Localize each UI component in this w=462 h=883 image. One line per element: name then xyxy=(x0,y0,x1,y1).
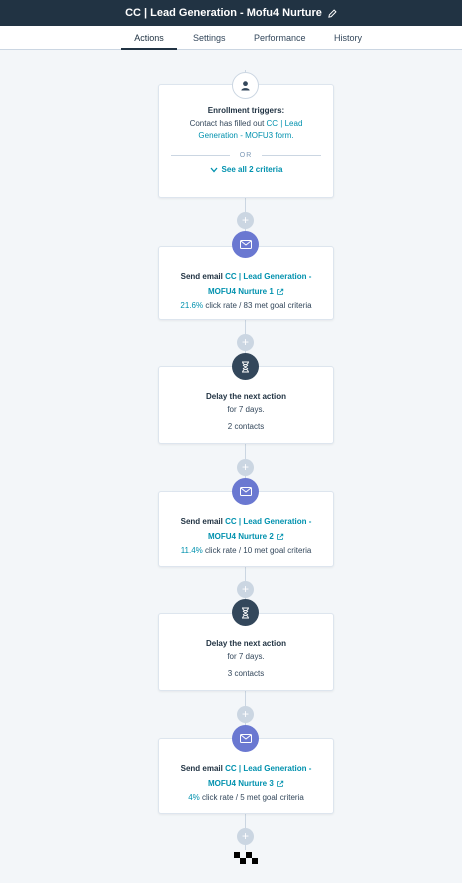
click-rate-value: 11.4% xyxy=(180,546,203,555)
pencil-icon[interactable] xyxy=(328,8,337,18)
send-email-label: Send email xyxy=(180,272,223,281)
email-action-title: Send email CC | Lead Generation - MOFU4 … xyxy=(159,269,333,299)
hourglass-icon xyxy=(232,353,259,380)
enrollment-trigger-card[interactable]: Enrollment triggers: Contact has filled … xyxy=(158,84,334,198)
workflow-header: CC | Lead Generation - Mofu4 Nurture xyxy=(0,0,462,26)
add-action-button[interactable]: + xyxy=(237,334,254,351)
or-divider: OR xyxy=(171,152,321,159)
tab-bar: Actions Settings Performance History xyxy=(0,26,462,50)
add-action-button[interactable]: + xyxy=(237,581,254,598)
trigger-text: Contact has filled out xyxy=(189,119,265,128)
external-link-icon[interactable] xyxy=(276,533,284,541)
send-email-label: Send email xyxy=(180,764,223,773)
envelope-icon xyxy=(232,478,259,505)
checkered-flag-icon xyxy=(234,852,258,864)
envelope-icon xyxy=(232,725,259,752)
chevron-down-icon xyxy=(210,167,218,173)
delay-duration: for 7 days. xyxy=(227,652,265,661)
external-link-icon[interactable] xyxy=(276,288,284,296)
email-name-link[interactable]: CC | Lead Generation - MOFU4 Nurture 1 xyxy=(208,272,311,296)
email-stats-text: click rate / 10 met goal criteria xyxy=(205,546,312,555)
email-action-title: Send email CC | Lead Generation - MOFU4 … xyxy=(159,514,333,544)
delay-duration: for 7 days. xyxy=(227,405,265,414)
delay-title: Delay the next action xyxy=(205,639,287,648)
email-stats: 21.6% click rate / 83 met goal criteria xyxy=(159,299,333,312)
email-stats-text: click rate / 5 met goal criteria xyxy=(201,793,304,802)
external-link-icon[interactable] xyxy=(276,780,284,788)
email-stats-text: click rate / 83 met goal criteria xyxy=(205,301,312,310)
email-action-title: Send email CC | Lead Generation - MOFU4 … xyxy=(159,761,333,791)
delay-title: Delay the next action xyxy=(205,392,287,401)
add-action-button[interactable]: + xyxy=(237,459,254,476)
hourglass-icon xyxy=(232,599,259,626)
email-stats: 4% click rate / 5 met goal criteria xyxy=(159,791,333,804)
workflow-title: CC | Lead Generation - Mofu4 Nurture xyxy=(125,7,322,19)
user-icon xyxy=(232,72,259,99)
tab-performance[interactable]: Performance xyxy=(254,26,306,50)
trigger-description: Contact has filled out CC | Lead Generat… xyxy=(159,118,333,142)
trigger-title: Enrollment triggers: xyxy=(207,106,285,115)
add-action-button[interactable]: + xyxy=(237,706,254,723)
email-name-link[interactable]: CC | Lead Generation - MOFU4 Nurture 2 xyxy=(208,517,311,541)
click-rate-value: 21.6% xyxy=(180,301,204,310)
delay-contacts: 3 contacts xyxy=(227,669,265,678)
tab-history[interactable]: History xyxy=(334,26,362,50)
delay-contacts: 2 contacts xyxy=(227,422,265,431)
see-all-criteria-label: See all 2 criteria xyxy=(221,165,283,174)
send-email-label: Send email xyxy=(180,517,223,526)
email-name-link[interactable]: CC | Lead Generation - MOFU4 Nurture 3 xyxy=(208,764,311,788)
tab-settings[interactable]: Settings xyxy=(193,26,226,50)
add-action-button[interactable]: + xyxy=(237,828,254,845)
email-stats: 11.4% click rate / 10 met goal criteria xyxy=(159,544,333,557)
or-label: OR xyxy=(239,152,253,159)
see-all-criteria-button[interactable]: See all 2 criteria xyxy=(159,165,333,174)
click-rate-value: 4% xyxy=(188,793,200,802)
envelope-icon xyxy=(232,231,259,258)
add-action-button[interactable]: + xyxy=(237,212,254,229)
tab-actions[interactable]: Actions xyxy=(121,26,177,50)
